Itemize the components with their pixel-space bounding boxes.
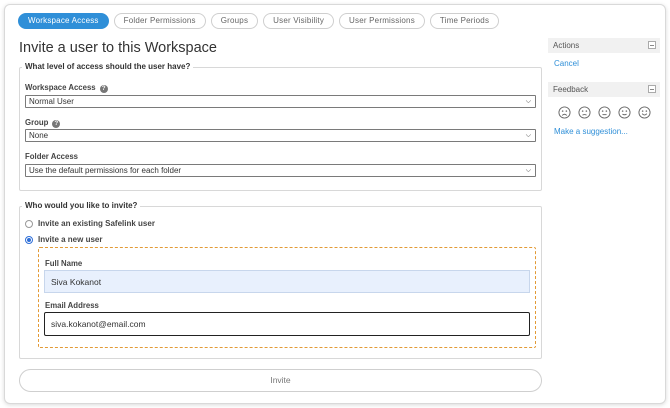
folder-access-select[interactable]: Use the default permissions for each fol… — [25, 164, 536, 177]
collapse-icon[interactable] — [648, 41, 656, 49]
full-name-value: Siva Kokanot — [51, 276, 102, 287]
unhappy-face-icon[interactable] — [578, 106, 591, 119]
make-suggestion-link[interactable]: Make a suggestion... — [548, 127, 660, 136]
radio-button-checked[interactable] — [25, 235, 33, 244]
group-label: Group? — [25, 118, 61, 128]
tab-workspace-access[interactable]: Workspace Access — [18, 13, 109, 29]
chevron-down-icon: ⌵ — [525, 132, 531, 139]
email-label: Email Address — [45, 301, 99, 310]
group-label-text: Group — [25, 118, 49, 127]
radio-new-user-label: Invite a new user — [38, 235, 103, 244]
very-happy-face-icon[interactable] — [638, 106, 651, 119]
workspace-access-label-text: Workspace Access — [25, 83, 96, 92]
actions-panel-header: Actions — [548, 38, 660, 53]
invite-legend: Who would you like to invite? — [22, 201, 141, 210]
radio-existing-user[interactable]: Invite an existing Safelink user — [25, 219, 155, 228]
collapse-icon[interactable] — [648, 85, 656, 93]
feedback-faces — [548, 106, 660, 119]
chevron-down-icon: ⌵ — [525, 98, 531, 105]
page-title: Invite a user to this Workspace — [19, 40, 217, 56]
actions-panel-title: Actions — [553, 41, 580, 50]
tab-user-permissions[interactable]: User Permissions — [339, 13, 425, 29]
radio-existing-user-label: Invite an existing Safelink user — [38, 219, 155, 228]
access-legend: What level of access should the user hav… — [22, 62, 194, 71]
happy-face-icon[interactable] — [618, 106, 631, 119]
feedback-panel-title: Feedback — [553, 85, 589, 94]
tab-user-visibility[interactable]: User Visibility — [263, 13, 335, 29]
radio-button[interactable] — [25, 219, 33, 228]
very-unhappy-face-icon[interactable] — [558, 106, 571, 119]
workspace-access-label: Workspace Access? — [25, 83, 108, 93]
email-field[interactable]: siva.kokanot@email.com — [44, 312, 530, 336]
tab-folder-permissions[interactable]: Folder Permissions — [113, 13, 206, 29]
full-name-label: Full Name — [45, 259, 83, 268]
workspace-access-value: Normal User — [29, 97, 74, 106]
workspace-access-select[interactable]: Normal User ⌵ — [25, 95, 536, 108]
feedback-panel: Feedback Make a suggestion... — [548, 82, 660, 136]
tab-bar: Workspace Access Folder Permissions Grou… — [18, 13, 500, 29]
email-value: siva.kokanot@email.com — [51, 319, 146, 329]
neutral-face-icon[interactable] — [598, 106, 611, 119]
feedback-panel-header: Feedback — [548, 82, 660, 97]
folder-access-value: Use the default permissions for each fol… — [29, 166, 182, 175]
group-select[interactable]: None ⌵ — [25, 129, 536, 142]
tab-groups[interactable]: Groups — [210, 13, 259, 29]
folder-access-label: Folder Access — [25, 152, 79, 161]
group-value: None — [29, 131, 49, 140]
help-icon[interactable]: ? — [99, 85, 108, 93]
invite-button[interactable]: Invite — [19, 369, 542, 392]
cancel-link[interactable]: Cancel — [548, 59, 660, 68]
tab-time-periods[interactable]: Time Periods — [429, 13, 500, 29]
actions-panel: Actions Cancel — [548, 38, 660, 68]
radio-new-user[interactable]: Invite a new user — [25, 235, 102, 244]
help-icon[interactable]: ? — [52, 120, 61, 128]
full-name-field[interactable]: Siva Kokanot — [44, 270, 530, 293]
chevron-down-icon: ⌵ — [525, 167, 531, 174]
